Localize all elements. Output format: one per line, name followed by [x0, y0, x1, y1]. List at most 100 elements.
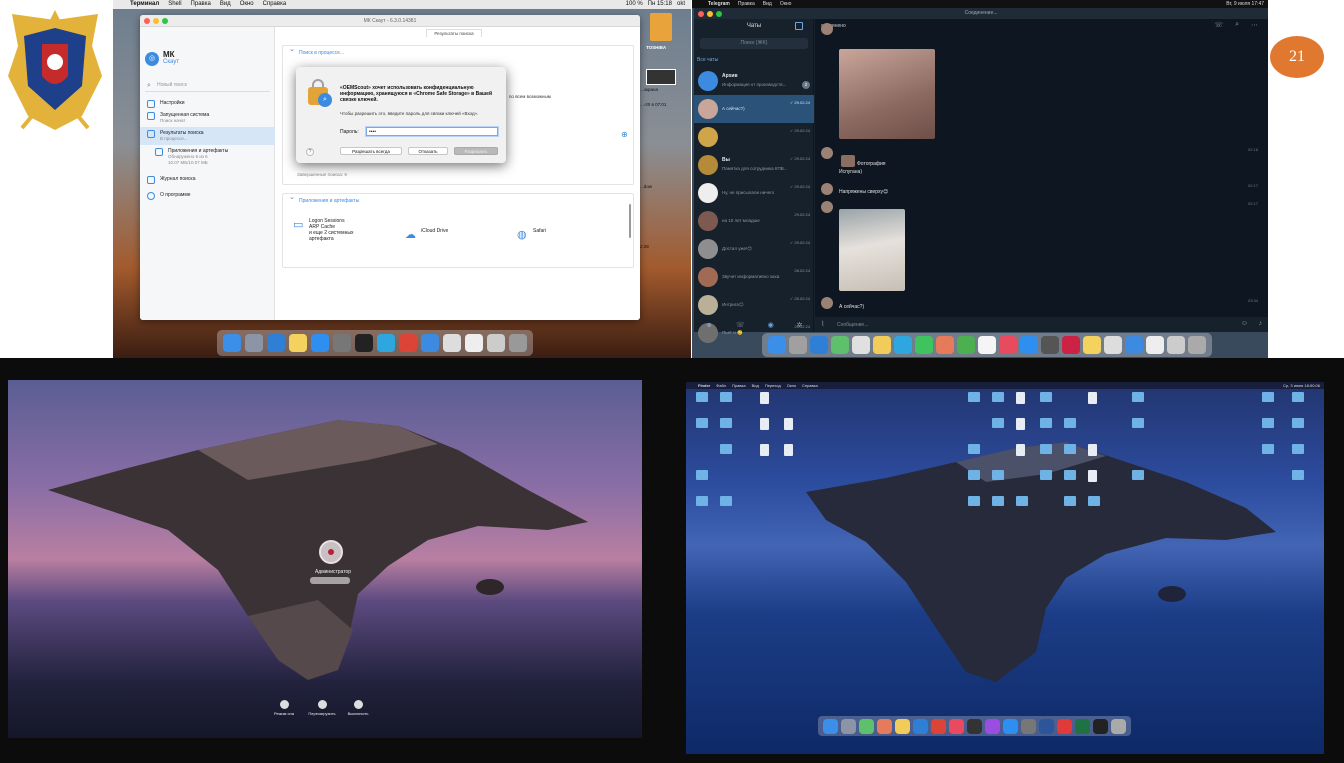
dock-app-icon[interactable] [985, 718, 1000, 734]
restart-button[interactable]: Перезагрузить [304, 700, 340, 716]
dock-app-icon[interactable] [873, 336, 891, 354]
menubar-clock[interactable]: Пн 15:18 [648, 0, 672, 9]
sleep-button[interactable]: Режим сна [266, 700, 302, 716]
menu-window[interactable]: Окно [787, 382, 796, 389]
calls-icon[interactable]: ☏ [736, 321, 745, 329]
dock-app-icon[interactable] [443, 334, 461, 352]
dock-app-icon[interactable] [768, 336, 786, 354]
dock-app-icon[interactable] [1111, 718, 1126, 734]
dock-app-icon[interactable] [465, 334, 483, 352]
menu-app[interactable]: Терминал [130, 0, 159, 9]
folder-icon[interactable] [1064, 418, 1076, 428]
menu-help[interactable]: Справка [802, 382, 818, 389]
search-icon[interactable]: ⌕ [1235, 21, 1239, 29]
dock-app-icon[interactable] [399, 334, 417, 352]
dock-app-icon[interactable] [957, 336, 975, 354]
folder-icon[interactable] [992, 496, 1004, 506]
folder-icon[interactable] [992, 470, 1004, 480]
minimize-button[interactable] [153, 18, 159, 24]
close-button[interactable] [698, 11, 704, 17]
dock-app-icon[interactable] [421, 334, 439, 352]
dock-app-icon[interactable] [1188, 336, 1206, 354]
more-icon[interactable]: ⋯ [1251, 21, 1258, 29]
menu-view[interactable]: Вид [220, 0, 231, 9]
document-icon[interactable] [1088, 392, 1097, 404]
compose-icon[interactable] [795, 22, 803, 30]
dock-app-icon[interactable] [333, 334, 351, 352]
menu-view[interactable]: Вид [763, 0, 772, 8]
dock-app-icon[interactable] [852, 336, 870, 354]
chat-item[interactable]: Ну, не присылали ничего ✓ 29.02.24 [694, 179, 814, 207]
folder-icon[interactable] [1040, 444, 1052, 454]
menu-window[interactable]: Окно [780, 0, 792, 8]
folder-icon[interactable] [1016, 496, 1028, 506]
menu-edit[interactable]: Правка [732, 382, 746, 389]
folder-icon[interactable] [1262, 444, 1274, 454]
photo-message[interactable] [839, 209, 905, 291]
folder-icon[interactable] [1040, 418, 1052, 428]
folder-icon[interactable] [968, 496, 980, 506]
artifact-logon-sessions[interactable]: ▭ Logon Sessions ARP Cache и еще 2 систе… [293, 218, 353, 242]
always-allow-button[interactable]: Разрешать всегда [340, 147, 402, 155]
box-header[interactable]: Приложения и артефакты [283, 194, 633, 208]
chat-item[interactable]: Звучит информативно хаха 28.02.24 [694, 263, 814, 291]
dock-app-icon[interactable] [999, 336, 1017, 354]
folder-icon[interactable] [1262, 418, 1274, 428]
dock-app-icon[interactable] [311, 334, 329, 352]
folder-icon[interactable] [968, 392, 980, 402]
dock-app-icon[interactable] [823, 718, 838, 734]
document-icon[interactable] [760, 418, 769, 430]
nav-running-system[interactable]: Запущенная система Поиск начат [140, 109, 275, 127]
folder-icon[interactable] [1064, 496, 1076, 506]
document-icon[interactable] [1016, 418, 1025, 430]
phone-icon[interactable]: ☏ [1214, 21, 1223, 29]
help-button[interactable]: ? [306, 148, 314, 156]
document-icon[interactable] [784, 444, 793, 456]
drive-icon[interactable] [650, 13, 672, 41]
photo-message[interactable] [839, 49, 935, 139]
menubar-user[interactable]: okt [677, 0, 685, 9]
menu-go[interactable]: Переход [765, 382, 781, 389]
dock-app-icon[interactable] [1039, 718, 1054, 734]
document-icon[interactable] [1088, 470, 1097, 482]
folder-icon[interactable] [1040, 392, 1052, 402]
folder-icon[interactable] [1262, 392, 1274, 402]
dock-app-icon[interactable] [267, 334, 285, 352]
zoom-button[interactable] [716, 11, 722, 17]
contacts-icon[interactable]: ☻ [705, 322, 712, 329]
nav-about[interactable]: О программе [140, 189, 275, 201]
folder-icon[interactable] [720, 418, 732, 428]
document-icon[interactable] [1016, 392, 1025, 404]
dock-app-icon[interactable] [1093, 718, 1108, 734]
dock-app-icon[interactable] [841, 718, 856, 734]
folder-icon[interactable] [720, 392, 732, 402]
menubar-clock[interactable]: Вт, 9 июля 17:47 [1226, 0, 1264, 8]
user-avatar[interactable] [319, 540, 343, 564]
menu-shell[interactable]: Shell [168, 0, 181, 9]
dock-app-icon[interactable] [1057, 718, 1072, 734]
chat-search-input[interactable]: Поиск (⌘K) [700, 38, 808, 49]
dock-app-icon[interactable] [289, 334, 307, 352]
dock-app-icon[interactable] [978, 336, 996, 354]
dock-app-icon[interactable] [936, 336, 954, 354]
dock-app-icon[interactable] [245, 334, 263, 352]
dock-app-icon[interactable] [931, 718, 946, 734]
folder-icon[interactable] [696, 470, 708, 480]
nav-search-log[interactable]: Журнал поиска [140, 173, 275, 185]
dock-app-icon[interactable] [894, 336, 912, 354]
tab-search-results[interactable]: Результаты поиска [426, 29, 482, 37]
dock-app-icon[interactable] [1167, 336, 1185, 354]
dock-app-icon[interactable] [915, 336, 933, 354]
dock-app-icon[interactable] [877, 718, 892, 734]
password-field[interactable] [310, 577, 350, 584]
menu-edit[interactable]: Правка [191, 0, 211, 9]
dock-app-icon[interactable] [355, 334, 373, 352]
folder-icon[interactable] [1088, 496, 1100, 506]
folder-icon[interactable] [1292, 418, 1304, 428]
dock-app-icon[interactable] [913, 718, 928, 734]
folder-icon[interactable] [696, 496, 708, 506]
dock-app-icon[interactable] [1062, 336, 1080, 354]
message-input[interactable]: Сообщение... [837, 322, 868, 328]
dock-app-icon[interactable] [895, 718, 910, 734]
chat-item[interactable]: ✓ 29.02.24 [694, 123, 814, 151]
